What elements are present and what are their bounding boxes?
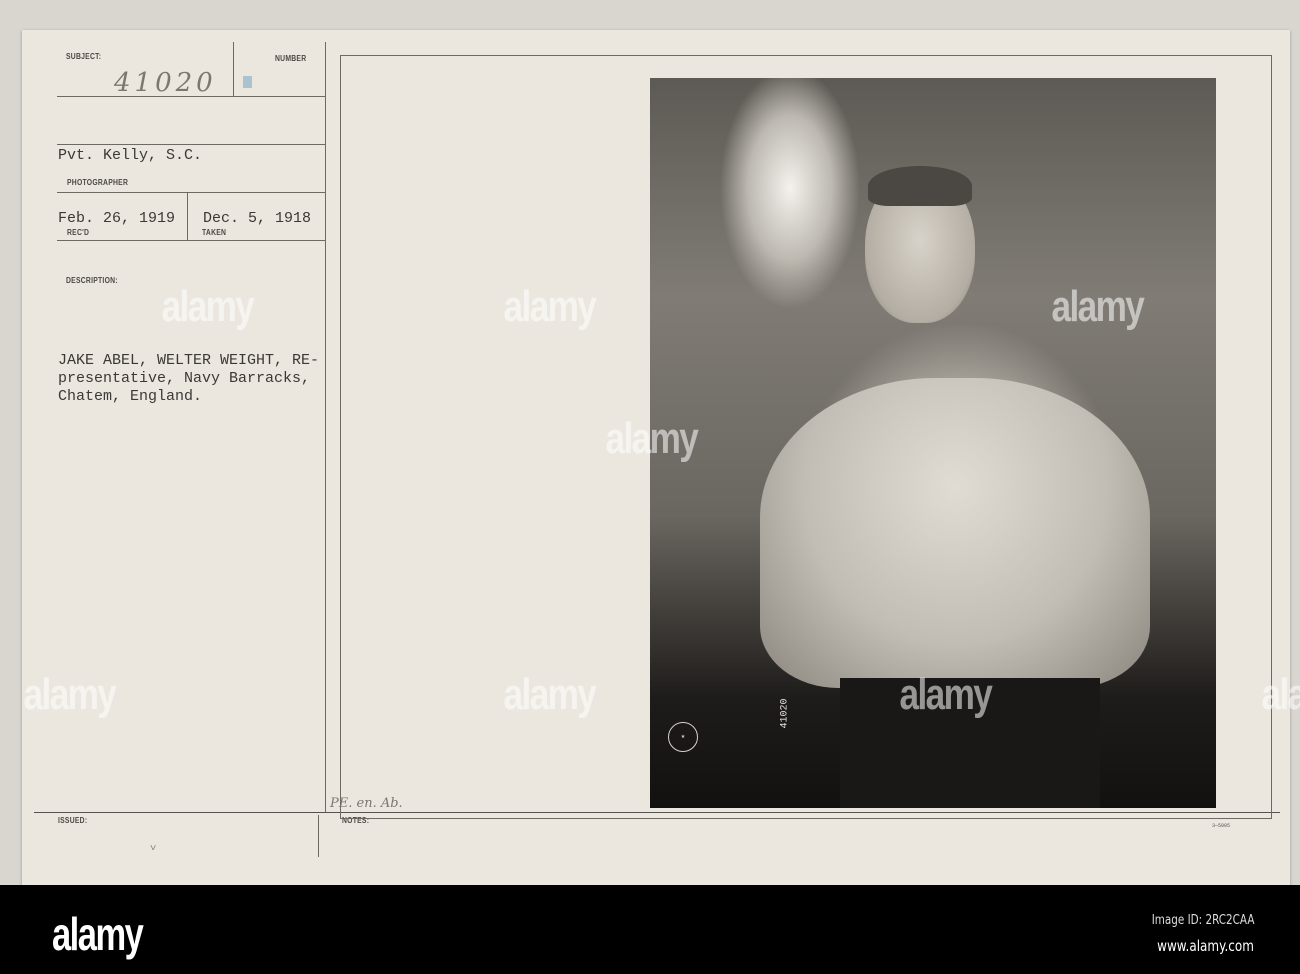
photographer-label: PHOTOGRAPHER <box>67 178 129 187</box>
alamy-logo: alamy <box>52 908 144 960</box>
subject-handwritten: 41020 <box>114 68 217 98</box>
site-url[interactable]: www.alamy.com <box>1157 937 1254 955</box>
description-line: JAKE ABEL, WELTER WEIGHT, RE- <box>58 352 320 369</box>
description-line: presentative, Navy Barracks, <box>58 370 311 387</box>
photo-number: 41020 <box>779 698 791 729</box>
divider <box>57 240 325 241</box>
image-id: Image ID: 2RC2CAA <box>1151 913 1254 928</box>
watermark: alamy <box>161 282 254 331</box>
divider <box>187 192 188 240</box>
recd-date: Feb. 26, 1919 <box>58 210 176 227</box>
divider <box>318 815 319 857</box>
divider <box>57 144 325 145</box>
description-line: Chatem, England. <box>58 388 203 405</box>
watermark: alamy <box>23 670 116 719</box>
footer-bar: alamy Image ID: 2RC2CAA www.alamy.com <box>0 885 1300 974</box>
form-number: 3—5005 <box>1212 823 1231 829</box>
number-label: NUMBER <box>275 54 307 63</box>
signal-corps-seal: ★ <box>668 722 698 752</box>
divider <box>233 42 234 96</box>
number-stamp <box>243 76 252 88</box>
description-label: DESCRIPTION: <box>66 276 118 285</box>
divider <box>57 192 325 193</box>
recd-label: REC'D <box>67 228 90 237</box>
watermark: alamy <box>605 414 698 463</box>
watermark: alamy <box>899 670 992 719</box>
watermark: alamy <box>1051 282 1144 331</box>
watermark: alamy <box>1261 670 1300 719</box>
watermark: alamy <box>503 670 596 719</box>
divider <box>325 42 326 812</box>
photographer-value: Pvt. Kelly, S.C. <box>58 147 203 164</box>
watermark: alamy <box>503 282 596 331</box>
subject-label: SUBJECT: <box>66 52 102 61</box>
taken-date: Dec. 5, 1918 <box>203 210 312 227</box>
archival-photo-card: SUBJECT: NUMBER 41020 Pvt. Kelly, S.C. P… <box>22 30 1300 885</box>
issued-label: ISSUED: <box>58 816 88 825</box>
photo-hair <box>868 166 972 206</box>
taken-label: TAKEN <box>202 228 227 237</box>
photo-torso <box>760 378 1150 688</box>
arrow-icon: < <box>149 844 161 851</box>
